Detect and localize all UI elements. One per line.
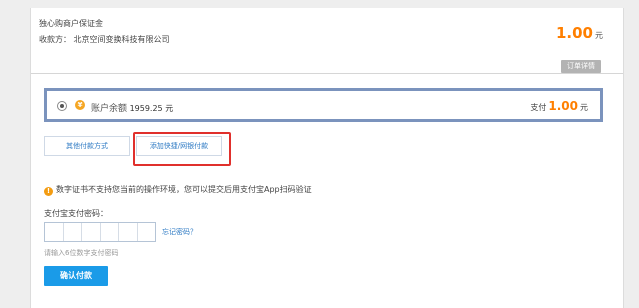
payment-panel: 独心购商户保证金 收款方： 北京空间变换科技有限公司 1.00 元 订单详情 ¥ … (30, 8, 624, 308)
divider (31, 73, 623, 74)
password-hint: 请输入6位数字支付密码 (44, 249, 119, 257)
password-input[interactable] (44, 222, 156, 242)
balance-coin-icon: ¥ (75, 100, 85, 110)
password-cell[interactable] (138, 223, 156, 241)
confirm-payment-button[interactable]: 确认付款 (44, 266, 108, 286)
order-amount: 1.00 元 (556, 24, 603, 42)
balance-value: 1959.25 元 (129, 104, 174, 113)
password-cell[interactable] (119, 223, 138, 241)
pay-amount: 支付 1.00 元 (530, 99, 588, 113)
password-label: 支付宝支付密码： (44, 209, 108, 218)
warning-icon: ! (44, 187, 53, 196)
order-title: 独心购商户保证金 (39, 19, 103, 28)
pay-amount-value: 1.00 (548, 99, 578, 113)
balance-title: 账户余额 (91, 104, 128, 114)
password-cell[interactable] (45, 223, 64, 241)
payee-text: 收款方： 北京空间变换科技有限公司 (39, 35, 170, 44)
order-amount-unit: 元 (595, 31, 603, 40)
order-info: 独心购商户保证金 收款方： 北京空间变换科技有限公司 (39, 16, 170, 48)
password-cell[interactable] (101, 223, 119, 241)
order-amount-value: 1.00 (555, 24, 593, 42)
other-payment-button[interactable]: 其他付款方式 (44, 136, 130, 156)
forgot-password-link[interactable]: 忘记密码？ (162, 227, 197, 237)
balance-radio[interactable] (57, 101, 67, 111)
pay-prefix: 支付 (530, 103, 547, 112)
highlight-box (133, 132, 231, 166)
balance-option[interactable]: ¥ 账户余额 1959.25 元 支付 1.00 元 (44, 88, 603, 122)
password-cell[interactable] (64, 223, 82, 241)
password-cell[interactable] (82, 223, 101, 241)
order-detail-button[interactable]: 订单详情 (561, 60, 601, 73)
notice-text: 数字证书不支持您当前的操作环境，您可以提交后用支付宝App扫码验证 (56, 185, 312, 194)
balance-label: 账户余额 1959.25 元 (91, 101, 173, 114)
certificate-notice: ! 数字证书不支持您当前的操作环境，您可以提交后用支付宝App扫码验证 (44, 184, 312, 196)
pay-unit: 元 (580, 103, 588, 112)
